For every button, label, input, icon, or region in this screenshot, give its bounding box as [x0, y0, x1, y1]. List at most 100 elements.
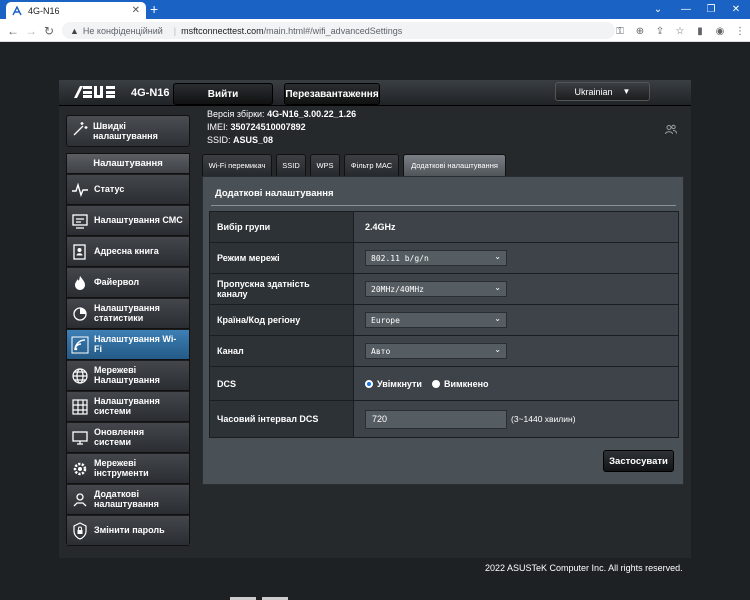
browser-tab-bar: 4G-N16 ✕ + ⌄ — ❐ ✕ — [0, 0, 750, 19]
channel-select[interactable]: Авто ⌄ — [365, 343, 507, 359]
new-tab-button[interactable]: + — [150, 1, 158, 18]
language-select[interactable]: Ukrainian ▼ — [555, 82, 650, 101]
sidebar-item-system[interactable]: Налаштування системи — [67, 392, 189, 422]
dcs-interval-label: Часовий інтервал DCS — [210, 401, 354, 437]
region-label: Країна/Код регіону — [210, 305, 354, 335]
bookmark-star-icon[interactable]: ☆ — [670, 23, 690, 39]
sidebar-item-phonebook[interactable]: Адресна книга — [67, 237, 189, 267]
form-row-dcs: DCS Увімкнути Вимкнено — [210, 367, 678, 401]
sidebar-item-sms[interactable]: Налаштування СМС — [67, 206, 189, 236]
network-mode-select[interactable]: 802.11 b/g/n ⌄ — [365, 250, 507, 266]
browser-tab[interactable]: 4G-N16 ✕ — [6, 2, 146, 19]
share-icon[interactable]: ⇪ — [650, 23, 670, 39]
settings-panel: Додаткові налаштування Вибір групи 2.4GH… — [202, 176, 684, 485]
wand-icon — [71, 120, 89, 143]
tab-ssid[interactable]: SSID — [276, 154, 306, 176]
address-book-icon — [70, 242, 90, 262]
chevron-down-icon[interactable]: ⌄ — [646, 0, 670, 19]
ssid-value: ASUS_08 — [233, 135, 274, 145]
minimize-icon[interactable]: — — [674, 0, 698, 19]
close-window-icon[interactable]: ✕ — [724, 0, 748, 19]
fire-icon — [70, 273, 90, 293]
users-icon[interactable] — [664, 123, 678, 137]
profile-icon[interactable]: ◉ — [710, 23, 730, 39]
dcs-off-label: Вимкнено — [443, 378, 489, 389]
sidebar-item-wifi[interactable]: Налаштування Wi- Fi — [67, 330, 189, 360]
tab-mac-filter[interactable]: Фільтр МАС — [344, 154, 399, 176]
warning-icon[interactable]: ▲ — [70, 26, 79, 36]
bandwidth-label: Пропускна здатність каналу — [210, 274, 354, 304]
sidebar-heading: Налаштування — [67, 154, 189, 174]
quick-setup-label: Швидкі налаштування — [93, 121, 158, 141]
apply-button[interactable]: Застосувати — [603, 450, 674, 472]
form-row-dcs-interval: Часовий інтервал DCS 720 (3~1440 хвилин) — [210, 401, 678, 437]
security-label[interactable]: Не конфіденційний — [83, 26, 163, 36]
tab-wps[interactable]: WPS — [310, 154, 340, 176]
zoom-icon[interactable]: ⊕ — [630, 23, 650, 39]
settings-form: Вибір групи 2.4GHz Режим мережі 802.11 b… — [209, 211, 679, 438]
bandwidth-value: 20MHz/40MHz — [371, 284, 424, 294]
bandwidth-select[interactable]: 20MHz/40MHz ⌄ — [365, 281, 507, 297]
imei-label: IMEI: — [207, 122, 229, 132]
dcs-interval-input[interactable]: 720 — [365, 409, 507, 429]
reload-icon[interactable]: ↻ — [41, 23, 57, 39]
sidebar-item-firewall[interactable]: Файервол — [67, 268, 189, 298]
tab-advanced-settings[interactable]: Додаткові налаштування — [403, 154, 506, 176]
dcs-on-label: Увімкнути — [377, 378, 422, 389]
sidebar-item-network[interactable]: Мережеві Налаштування — [67, 361, 189, 391]
monitor-icon — [70, 428, 90, 448]
ssid-label: SSID: — [207, 135, 231, 145]
radio-empty-icon — [431, 379, 440, 388]
sidepanel-icon[interactable]: ▮ — [690, 23, 710, 39]
url-input[interactable]: ▲ Не конфіденційний | msftconnecttest.co… — [62, 22, 615, 39]
device-info: Версія збірки: 4G-N16_3.00.22_1.26 IMEI:… — [207, 108, 356, 147]
quick-setup-line2: налаштування — [93, 131, 158, 141]
sidebar-item-statistics[interactable]: Налаштування статистики — [67, 299, 189, 329]
region-select[interactable]: Europe ⌄ — [365, 312, 507, 328]
channel-label: Канал — [210, 336, 354, 366]
form-row-mode: Режим мережі 802.11 b/g/n ⌄ — [210, 243, 678, 274]
divider — [211, 205, 676, 206]
url-path: /main.html#/wifi_advancedSettings — [263, 25, 403, 36]
sidebar-item-label: Налаштування Wi- Fi — [94, 334, 177, 354]
radio-selected-icon — [365, 379, 373, 388]
band-label: Вибір групи — [210, 212, 354, 242]
sidebar-item-password[interactable]: Змінити пароль — [67, 516, 189, 546]
browser-tab-title: 4G-N16 — [28, 5, 60, 16]
language-value: Ukrainian — [574, 86, 613, 97]
back-icon[interactable]: ← — [5, 23, 21, 39]
sidebar-item-label: Налаштування системи — [94, 396, 160, 416]
form-row-bandwidth: Пропускна здатність каналу 20MHz/40MHz ⌄ — [210, 274, 678, 305]
sms-icon — [70, 211, 90, 231]
quick-setup-line1: Швидкі — [93, 121, 126, 131]
model-name: 4G-N16 — [131, 87, 170, 99]
tab-wifi-switch[interactable]: Wi-Fi перемикач — [202, 154, 272, 176]
dcs-off-radio[interactable]: Вимкнено — [431, 378, 489, 389]
form-row-channel: Канал Авто ⌄ — [210, 336, 678, 367]
sidebar-item-label: Файервол — [94, 276, 140, 287]
chevron-down-icon: ⌄ — [494, 283, 501, 292]
sidebar-item-status[interactable]: Статус — [67, 175, 189, 205]
close-tab-icon[interactable]: ✕ — [132, 5, 140, 16]
dcs-on-radio[interactable]: Увімкнути — [365, 379, 422, 389]
address-bar: ← → ↻ ▲ Не конфіденційний | msftconnectt… — [0, 19, 750, 42]
forward-icon[interactable]: → — [23, 23, 39, 39]
hand-settings-icon — [70, 490, 90, 510]
pie-chart-icon — [70, 304, 90, 324]
url-host: msftconnecttest.com — [181, 25, 264, 36]
sidebar-item-advanced[interactable]: Додаткові налаштування — [67, 485, 189, 515]
quick-setup-button[interactable]: Швидкі налаштування — [66, 115, 190, 147]
reboot-button[interactable]: Перезавантаження — [284, 83, 380, 105]
form-row-band: Вибір групи 2.4GHz — [210, 212, 678, 243]
chevron-down-icon: ⌄ — [494, 345, 501, 354]
sidebar-item-tools[interactable]: Мережеві інструменти — [67, 454, 189, 484]
key-icon[interactable]: ⚿ — [610, 23, 630, 39]
sidebar-item-label: Мережеві інструменти — [94, 458, 149, 478]
channel-value: Авто — [371, 346, 391, 356]
firmware-value: 4G-N16_3.00.22_1.26 — [267, 109, 357, 119]
sidebar-item-update[interactable]: Оновлення системи — [67, 423, 189, 453]
menu-dots-icon[interactable]: ⋮ — [730, 23, 750, 39]
chevron-down-icon: ⌄ — [494, 314, 501, 323]
logout-button[interactable]: Вийти — [173, 83, 273, 105]
restore-icon[interactable]: ❐ — [699, 0, 723, 19]
